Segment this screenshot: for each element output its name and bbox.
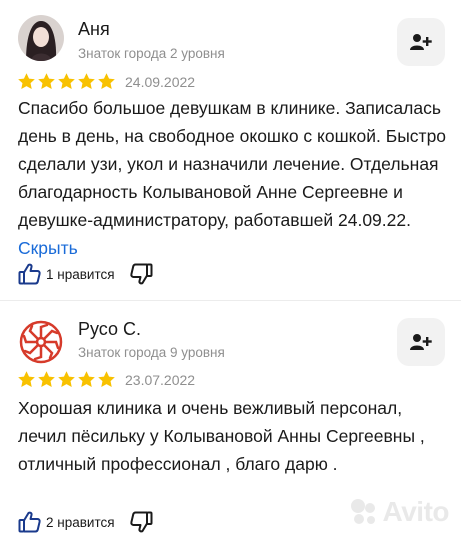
avatar[interactable] [18,15,64,61]
star-icon [58,73,75,89]
avatar[interactable] [18,319,64,365]
author-level: Знаток города 9 уровня [78,345,225,360]
like-count[interactable]: 1 нравится [46,267,115,282]
watermark-text: Avito [382,496,450,527]
review-text: Спасибо большое девушкам в клинике. Запи… [18,94,450,262]
collapse-link[interactable]: Скрыть [18,238,78,258]
subscribe-button[interactable] [397,18,445,66]
star-icon [58,371,75,387]
rating-stars [17,370,116,389]
thumbs-down-icon[interactable] [129,510,153,534]
rating-stars [17,72,116,91]
like-count[interactable]: 2 нравится [46,515,115,530]
author-name[interactable]: Русо С. [78,319,141,340]
star-icon [18,371,35,387]
review-text: Хорошая клиника и очень вежливый персона… [18,398,425,474]
star-icon [98,371,115,387]
star-icon [38,73,55,89]
user-photo-icon [18,15,64,61]
review-body: Спасибо большое девушкам в клинике. Запи… [18,98,447,230]
reactions: 1 нравится [18,262,153,286]
thumbs-up-icon[interactable] [18,262,42,286]
thumbs-down-icon[interactable] [129,262,153,286]
add-user-icon [410,334,432,350]
star-icon [18,73,35,89]
red-symbol-icon [18,319,64,365]
review-date: 23.07.2022 [125,372,196,388]
avito-watermark: Avito [349,496,450,528]
review-card: Аня Знаток города 2 уровня 24.09.2022 Сп… [0,0,461,300]
author-name[interactable]: Аня [78,19,110,40]
star-icon [78,73,95,89]
avito-logo-icon [350,499,375,524]
star-icon [78,371,95,387]
star-icon [98,73,115,89]
review-date: 24.09.2022 [125,74,196,90]
thumbs-up-icon[interactable] [18,510,42,534]
reactions: 2 нравится [18,510,153,534]
add-user-icon [410,34,432,50]
subscribe-button[interactable] [397,318,445,366]
star-icon [38,371,55,387]
author-level: Знаток города 2 уровня [78,46,225,61]
